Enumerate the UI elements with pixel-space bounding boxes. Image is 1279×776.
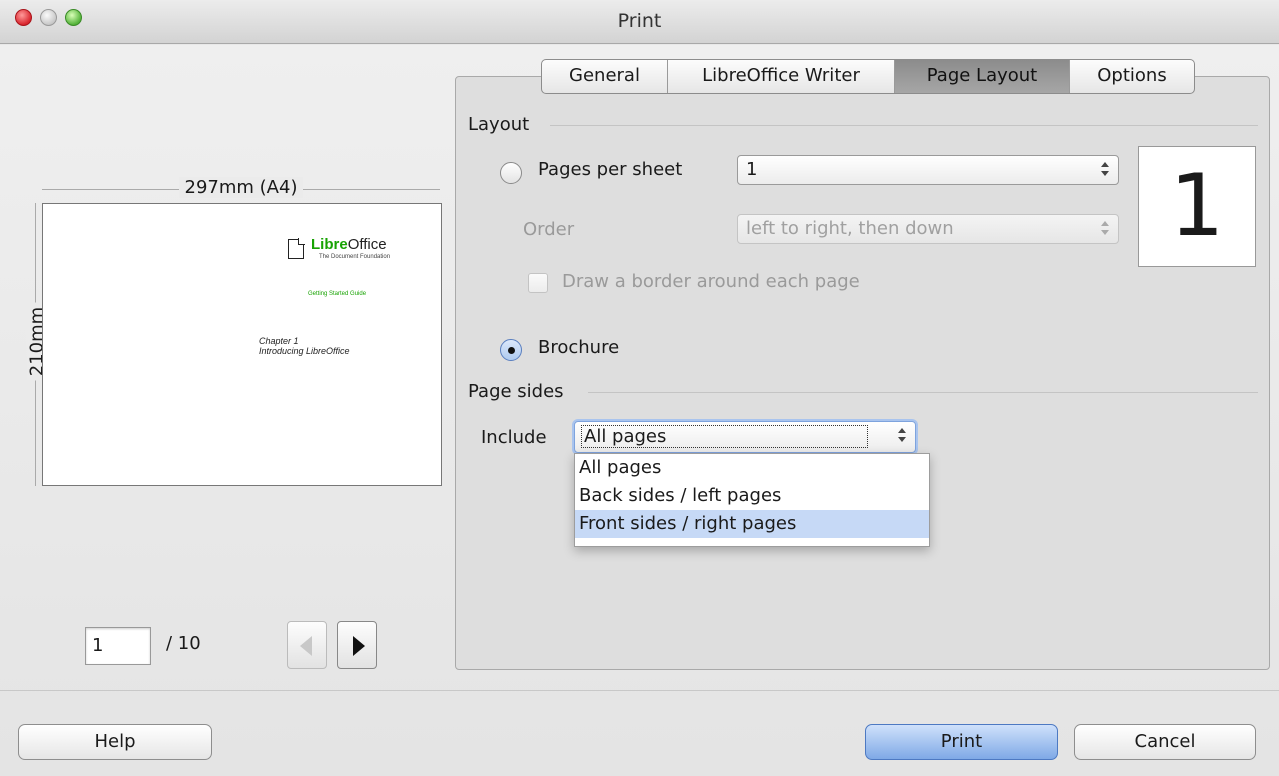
tab-page-layout[interactable]: Page Layout [895,60,1070,93]
page-preview: LibreOffice The Document Foundation Gett… [42,203,442,486]
window-title: Print [617,10,662,32]
tab-bar: General LibreOffice Writer Page Layout O… [541,59,1195,94]
doc-brand: LibreOffice [311,236,387,253]
help-button[interactable]: Help [18,724,212,760]
tab-general[interactable]: General [542,60,668,93]
right-arrow-icon [353,636,365,656]
print-button[interactable]: Print [865,724,1058,760]
width-dimension: 297mm (A4) [42,177,440,201]
document-icon [288,238,305,259]
cancel-button[interactable]: Cancel [1074,724,1256,760]
footer-divider [0,690,1279,691]
pages-per-sheet-preview: 1 [1138,146,1256,267]
draw-border-checkbox[interactable] [528,273,548,293]
pages-per-sheet-radio[interactable] [500,162,522,184]
page-total-label: / 10 [166,633,201,654]
order-label: Order [523,219,575,240]
brochure-radio[interactable] [500,339,522,361]
left-arrow-icon [300,636,312,656]
select-arrows-icon [898,428,906,444]
include-option-front-sides[interactable]: Front sides / right pages [575,510,929,538]
previous-page-button[interactable] [287,621,327,669]
pages-per-sheet-select[interactable]: 1 [737,155,1119,185]
brochure-label: Brochure [538,337,620,358]
include-select[interactable]: All pages [574,421,916,453]
title-bar: Print [0,0,1279,44]
tab-libreoffice-writer[interactable]: LibreOffice Writer [668,60,895,93]
width-label: 297mm (A4) [178,177,304,198]
next-page-button[interactable] [337,621,377,669]
tab-options[interactable]: Options [1070,60,1194,93]
order-select[interactable]: left to right, then down [737,214,1119,244]
layout-divider [550,125,1258,126]
select-arrows-icon [1101,221,1109,237]
doc-chapter: Chapter 1 Introducing LibreOffice [259,336,350,356]
include-option-all-pages[interactable]: All pages [575,454,929,482]
include-option-back-sides[interactable]: Back sides / left pages [575,482,929,510]
doc-guide: Getting Started Guide [308,291,367,297]
page-sides-divider [588,392,1258,393]
page-sides-section-label: Page sides [468,381,564,402]
page-number-input[interactable]: 1 [85,627,151,665]
select-arrows-icon [1101,162,1109,178]
draw-border-label: Draw a border around each page [562,271,860,292]
doc-brand-sub: The Document Foundation [319,254,391,260]
include-dropdown-menu: All pages Back sides / left pages Front … [574,453,930,547]
pages-per-sheet-label: Pages per sheet [538,159,683,180]
layout-section-label: Layout [468,114,530,135]
include-label: Include [481,427,547,448]
